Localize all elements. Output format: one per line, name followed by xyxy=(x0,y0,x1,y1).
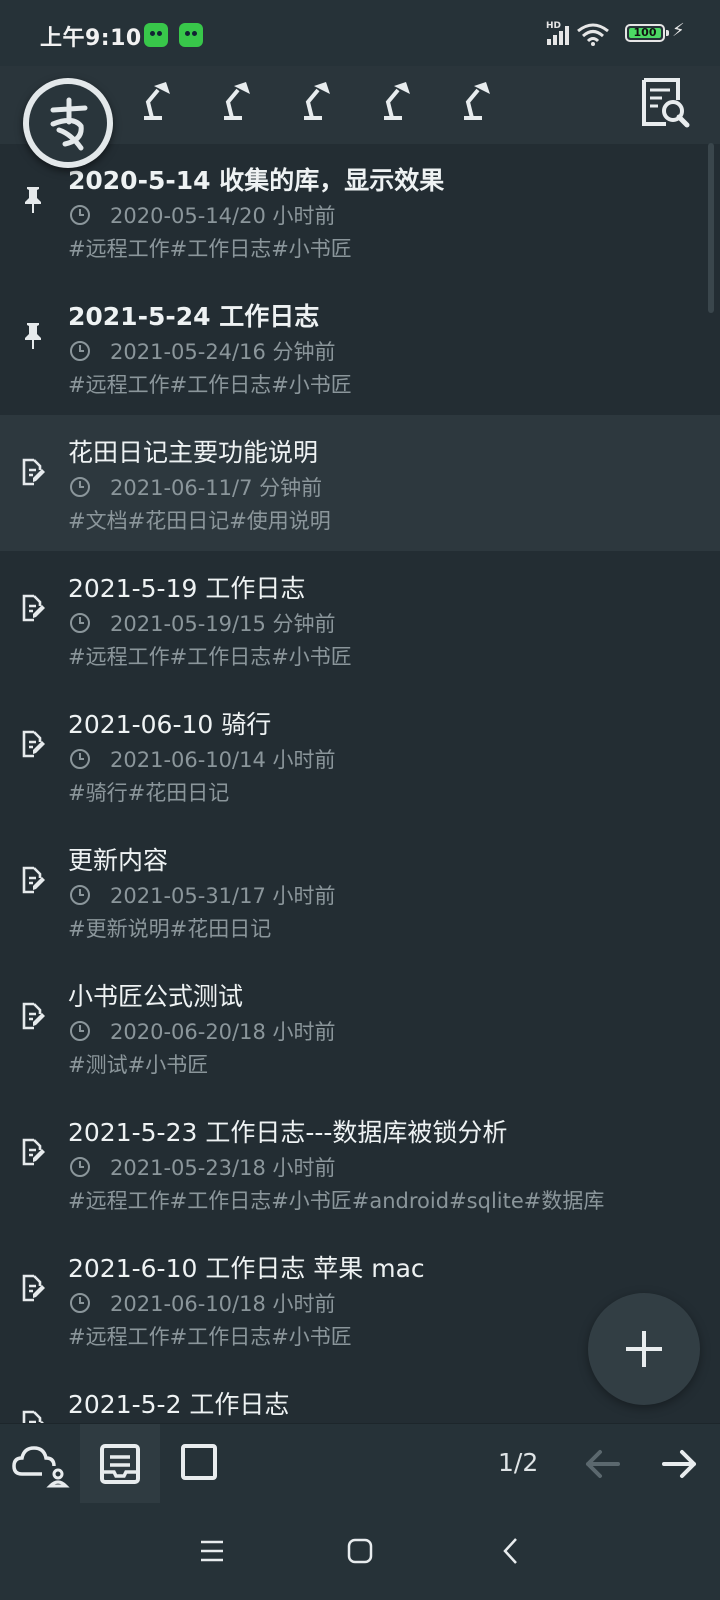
note-time: 2021-05-23/18 小时前 xyxy=(68,1152,336,1182)
note-edit-icon xyxy=(20,865,46,895)
lamp-icon[interactable] xyxy=(216,78,256,124)
signal-icon xyxy=(547,25,573,45)
bottom-bar: 1/2 xyxy=(0,1423,720,1504)
note-edit-icon xyxy=(20,729,46,759)
note-time-text: 2021-05-23/18 小时前 xyxy=(110,1156,336,1180)
note-edit-icon xyxy=(20,1137,46,1167)
note-tags: #远程工作#工作日志#小书匠 xyxy=(68,373,352,397)
note-list-item[interactable]: 2021-5-24 工作日志 2021-05-24/16 分钟前 #远程工作#工作日… xyxy=(0,279,720,415)
wifi-icon xyxy=(577,23,609,46)
note-tags: #远程工作#工作日志#小书匠 xyxy=(68,645,352,669)
system-nav-bar xyxy=(0,1503,720,1600)
note-tags: #测试#小书匠 xyxy=(68,1053,209,1077)
notes-tab-button[interactable] xyxy=(80,1424,160,1504)
note-tags: #骑行#花田日记 xyxy=(68,781,230,805)
lamp-icon[interactable] xyxy=(376,78,416,124)
inbox-icon xyxy=(100,1444,140,1484)
app-notification-icon xyxy=(144,23,168,47)
note-time-text: 2021-05-19/15 分钟前 xyxy=(110,612,336,636)
note-list-item[interactable]: 2021-5-23 工作日志---数据库被锁分析 2021-05-23/18 小时… xyxy=(0,1095,720,1231)
status-bar: 上午9:10 HD 100 ⚡ xyxy=(0,0,720,66)
note-time: 2020-05-14/20 小时前 xyxy=(68,200,336,230)
battery-tip xyxy=(666,30,669,36)
menu-icon[interactable] xyxy=(192,1531,232,1571)
search-document-icon[interactable] xyxy=(640,78,690,128)
note-time-text: 2020-05-14/20 小时前 xyxy=(110,204,336,228)
pin-icon xyxy=(20,185,46,215)
lamp-icon[interactable] xyxy=(456,78,496,124)
note-title: 小书匠公式测试 xyxy=(68,982,244,1011)
select-button[interactable] xyxy=(160,1424,240,1504)
note-title: 2021-5-24 工作日志 xyxy=(68,302,320,331)
note-time-text: 2021-06-11/7 分钟前 xyxy=(110,476,323,500)
note-time: 2021-06-11/7 分钟前 xyxy=(68,472,322,502)
clock-icon xyxy=(70,341,90,361)
clock-icon xyxy=(70,1021,90,1041)
note-edit-icon xyxy=(20,593,46,623)
lamp-icon[interactable] xyxy=(136,78,176,124)
add-note-button[interactable] xyxy=(588,1293,700,1405)
pin-icon xyxy=(20,321,46,351)
note-time: 2021-06-10/14 小时前 xyxy=(68,744,336,774)
note-list-item[interactable]: 2021-06-10 骑行 2021-06-10/14 小时前 #骑行#花田日记 xyxy=(0,687,720,823)
note-tags: #更新说明#花田日记 xyxy=(68,917,272,941)
note-edit-icon xyxy=(20,457,46,487)
note-time: 2021-05-19/15 分钟前 xyxy=(68,608,336,638)
note-list-item[interactable]: 更新内容 2021-05-31/17 小时前 #更新说明#花田日记 xyxy=(0,823,720,959)
clock-icon xyxy=(70,1293,90,1313)
note-title: 更新内容 xyxy=(68,846,169,875)
note-time: 2021-05-24/16 分钟前 xyxy=(68,336,336,366)
battery-icon: 100 xyxy=(625,24,665,42)
note-time-text: 2021-06-10/18 小时前 xyxy=(110,1292,336,1316)
note-title: 2021-06-10 骑行 xyxy=(68,710,272,739)
status-time: 上午9:10 xyxy=(40,26,142,51)
arrow-left-icon[interactable] xyxy=(580,1442,624,1486)
app-notification-icon xyxy=(179,23,203,47)
note-time-text: 2021-05-24/16 分钟前 xyxy=(110,340,336,364)
clock-icon xyxy=(70,1157,90,1177)
note-edit-icon xyxy=(20,1273,46,1303)
clock-icon xyxy=(70,885,90,905)
note-tags: #远程工作#工作日志#小书匠 xyxy=(68,1325,352,1349)
clock-icon xyxy=(70,749,90,769)
note-list-item[interactable]: 花田日记主要功能说明 2021-06-11/7 分钟前 #文档#花田日记#使用说明 xyxy=(0,415,720,551)
note-title: 花田日记主要功能说明 xyxy=(68,438,319,467)
note-edit-icon xyxy=(20,1001,46,1031)
note-edit-icon xyxy=(20,1409,46,1423)
clock-icon xyxy=(70,205,90,225)
arrow-right-icon[interactable] xyxy=(658,1442,702,1486)
battery-level: 100 xyxy=(633,26,657,39)
note-time-text: 2020-06-20/18 小时前 xyxy=(110,1020,336,1044)
lamp-icon[interactable] xyxy=(296,78,336,124)
note-tags: #远程工作#工作日志#小书匠#android#sqlite#数据库 xyxy=(68,1189,605,1213)
cloud-user-icon xyxy=(12,1446,70,1488)
back-icon[interactable] xyxy=(492,1531,532,1571)
note-list-item[interactable]: 小书匠公式测试 2020-06-20/18 小时前 #测试#小书匠 xyxy=(0,959,720,1095)
note-time: 2021-05-31/17 小时前 xyxy=(68,880,336,910)
clock-icon xyxy=(70,477,90,497)
charging-icon: ⚡ xyxy=(672,20,685,41)
scrollbar[interactable] xyxy=(708,143,714,313)
note-time: 2020-06-20/18 小时前 xyxy=(68,1016,336,1046)
note-title: 2020-5-14 收集的库，显示效果 xyxy=(68,166,445,195)
note-list-item[interactable]: 2021-5-19 工作日志 2021-05-19/15 分钟前 #远程工作#工作日… xyxy=(0,551,720,687)
note-title: 2021-5-2 工作日志 xyxy=(68,1390,290,1419)
note-tags: #远程工作#工作日志#小书匠 xyxy=(68,237,352,261)
note-title: 2021-5-23 工作日志---数据库被锁分析 xyxy=(68,1118,508,1147)
page-indicator: 1/2 xyxy=(498,1448,539,1477)
note-list[interactable]: 2020-5-14 收集的库，显示效果 2020-05-14/20 小时前 #远程工… xyxy=(0,143,720,1423)
cloud-sync-button[interactable] xyxy=(0,1424,80,1504)
note-title: 2021-6-10 工作日志 苹果 mac xyxy=(68,1254,425,1283)
square-icon xyxy=(181,1444,217,1480)
note-title: 2021-5-19 工作日志 xyxy=(68,574,306,603)
note-time-text: 2021-05-31/17 小时前 xyxy=(110,884,336,908)
note-time-text: 2021-06-10/14 小时前 xyxy=(110,748,336,772)
home-icon[interactable] xyxy=(340,1531,380,1571)
note-tags: #文档#花田日记#使用说明 xyxy=(68,509,331,533)
clock-icon xyxy=(70,613,90,633)
app-logo-icon[interactable] xyxy=(23,78,113,168)
note-time: 2021-06-10/18 小时前 xyxy=(68,1288,336,1318)
